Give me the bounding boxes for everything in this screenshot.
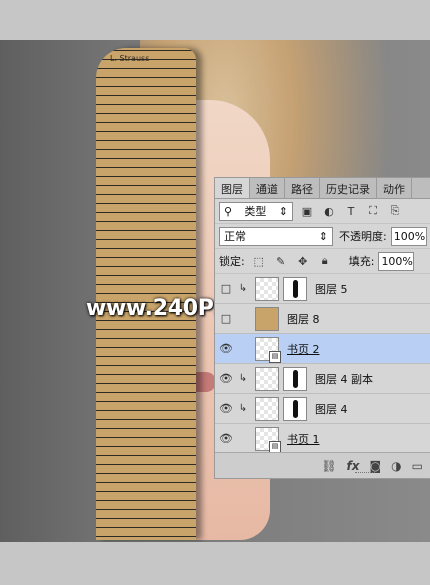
lock-row: 锁定: ⬚ ✎ ✥ 🔒︎ 填充: 100% <box>215 249 430 274</box>
tab-history[interactable]: 历史记录 <box>320 178 377 198</box>
folder-icon[interactable]: ▭ <box>412 459 423 473</box>
smart-object-icon: ▤ <box>269 350 281 363</box>
layer-name: 图层 4 副本 <box>315 372 373 386</box>
layer-row[interactable]: 👁︎ ↳ 图层 4 <box>215 394 430 424</box>
blend-row: 正常 ⇕ 不透明度: 100% <box>215 224 430 249</box>
search-icon: ⚲ <box>224 204 233 218</box>
eye-icon[interactable]: 👁︎ <box>215 402 237 415</box>
lock-paint-icon[interactable]: ✎ <box>273 253 289 269</box>
layers-panel: 图层 通道 路径 历史记录 动作 ⚲ 类型 ⇕ ▣ ◐ T ⛶ ⎘ 正常 ⇕ 不… <box>214 177 430 479</box>
filter-kind-select[interactable]: ⚲ 类型 ⇕ <box>219 201 293 221</box>
layer-name: 图层 8 <box>287 312 320 326</box>
type-filter-icon[interactable]: T <box>343 203 359 219</box>
opacity-input[interactable]: 100% <box>390 226 427 246</box>
shape-filter-icon[interactable]: ⛶ <box>365 203 381 219</box>
tab-channels[interactable]: 通道 <box>250 178 285 198</box>
layers-list: □ ↳ 图层 5 □ 图层 8 👁︎ ▤ 书页 2 👁︎ ↳ 图层 4 副本 👁︎ ↳ 图层 4 👁︎ ▤ 书页… <box>215 274 430 454</box>
link-icon[interactable]: ⛓ <box>321 459 336 473</box>
fill-label: 填充: <box>348 255 375 268</box>
layer-thumbnail[interactable] <box>255 306 279 331</box>
layer-row[interactable]: 👁︎ ▤ 书页 2 <box>215 334 430 364</box>
opacity-label: 不透明度: <box>339 230 387 243</box>
fill-value: 100% <box>381 254 413 268</box>
blend-mode-value: 正常 <box>224 230 246 243</box>
smart-object-icon: ▤ <box>269 440 281 453</box>
layer-row[interactable]: □ ↳ 图层 5 <box>215 274 430 304</box>
layer-mask-thumbnail[interactable] <box>283 276 307 301</box>
clip-arrow-icon: ↳ <box>238 373 248 384</box>
sheet-music-paper <box>96 48 196 540</box>
eye-icon[interactable]: 👁︎ <box>215 432 237 445</box>
image-filter-icon[interactable]: ▣ <box>299 203 315 219</box>
fx-icon[interactable]: fx <box>347 459 360 473</box>
fill-input[interactable]: 100% <box>378 251 415 271</box>
lock-transparent-icon[interactable]: ⬚ <box>251 253 267 269</box>
layer-row[interactable]: 👁︎ ↳ 图层 4 副本 <box>215 364 430 394</box>
filter-row: ⚲ 类型 ⇕ ▣ ◐ T ⛶ ⎘ <box>215 199 430 224</box>
tab-actions[interactable]: 动作 <box>377 178 412 198</box>
clip-arrow-icon: ↳ <box>238 403 248 414</box>
tab-paths[interactable]: 路径 <box>285 178 320 198</box>
updown-icon: ⇕ <box>318 229 328 243</box>
updown-icon: ⇕ <box>278 204 288 218</box>
visibility-empty-icon[interactable]: □ <box>215 282 237 295</box>
layer-thumbnail[interactable] <box>255 366 279 391</box>
mask-shape <box>293 279 298 298</box>
photoshop-canvas-area: L. Strauss www.240PS.com 图层 通道 路径 历史记录 动… <box>0 0 430 585</box>
layer-row[interactable]: 👁︎ ▤ 书页 1 <box>215 424 430 454</box>
resize-grip[interactable] <box>355 472 375 476</box>
layer-name: 图层 5 <box>315 282 348 296</box>
visibility-empty-icon[interactable]: □ <box>215 312 237 325</box>
layer-thumbnail[interactable] <box>255 396 279 421</box>
panel-bottom-bar: ⛓ fx ◙ ◑ ▭ <box>215 452 430 478</box>
opacity-value: 100% <box>393 229 426 243</box>
lock-label: 锁定: <box>219 255 245 268</box>
layer-mask-thumbnail[interactable] <box>283 396 307 421</box>
lock-all-icon[interactable]: 🔒︎ <box>317 253 333 269</box>
layer-name: 书页 2 <box>287 342 320 356</box>
layer-thumbnail[interactable]: ▤ <box>255 336 281 363</box>
adjustment-filter-icon[interactable]: ◐ <box>321 203 337 219</box>
paper-heading: L. Strauss <box>110 54 150 63</box>
add-mask-icon[interactable]: ◙ <box>370 459 382 473</box>
adjustment-icon[interactable]: ◑ <box>391 459 401 473</box>
clip-arrow-icon: ↳ <box>238 283 248 294</box>
layer-name: 书页 1 <box>287 432 320 446</box>
mask-shape <box>293 399 298 418</box>
smart-object-filter-icon[interactable]: ⎘ <box>387 203 403 219</box>
layer-name: 图层 4 <box>315 402 348 416</box>
layer-mask-thumbnail[interactable] <box>283 366 307 391</box>
layer-thumbnail[interactable]: ▤ <box>255 426 281 453</box>
eye-icon[interactable]: 👁︎ <box>215 342 237 355</box>
eye-icon[interactable]: 👁︎ <box>215 372 237 385</box>
blend-mode-select[interactable]: 正常 ⇕ <box>219 226 333 246</box>
filter-kind-label: 类型 <box>244 205 267 218</box>
layer-thumbnail[interactable] <box>255 276 279 301</box>
tab-layers[interactable]: 图层 <box>215 178 250 198</box>
lock-position-icon[interactable]: ✥ <box>295 253 311 269</box>
mask-shape <box>293 369 298 388</box>
layer-row[interactable]: □ 图层 8 <box>215 304 430 334</box>
panel-tabs: 图层 通道 路径 历史记录 动作 <box>215 178 430 199</box>
